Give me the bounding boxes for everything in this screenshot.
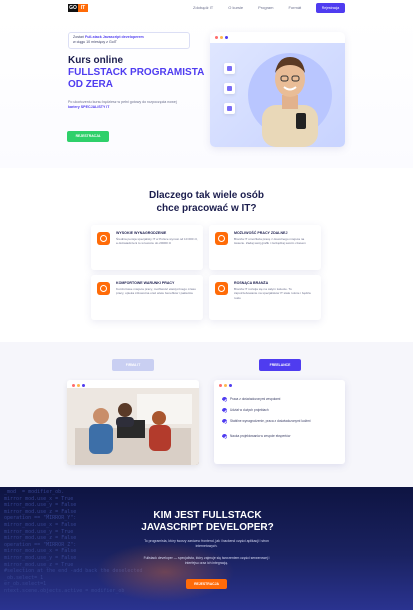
office-icon bbox=[97, 282, 110, 295]
hero-description: Po ukończeniu kursu będziesz w pełni got… bbox=[68, 100, 177, 109]
growth-icon bbox=[215, 282, 228, 295]
developer-illustration bbox=[248, 53, 332, 147]
nav-link-3[interactable]: Program bbox=[258, 5, 273, 10]
badge-highlight: Full-stack Javascript developerem bbox=[85, 35, 144, 39]
window-dots bbox=[215, 36, 228, 39]
feature-tile-2 bbox=[224, 83, 235, 94]
list-item: Udział w dużych projektach bbox=[222, 408, 340, 413]
nav-link-4[interactable]: Formát bbox=[288, 5, 301, 10]
check-icon bbox=[222, 408, 227, 413]
work-types-section bbox=[0, 342, 413, 487]
office-photo-card bbox=[67, 380, 199, 465]
nav-register-button[interactable]: Rejestracja bbox=[316, 3, 345, 13]
tab-it-company[interactable]: FIRMA IT bbox=[112, 359, 154, 371]
list-item: Stabilne wynagrodzenie, praca z doświadc… bbox=[222, 419, 340, 424]
fullstack-title: KIM JEST FULLSTACK JAVASCRIPT DEVELOPER? bbox=[141, 510, 274, 533]
code-line: _mod = modifier_ob. bbox=[4, 489, 65, 495]
code-line: mirror mod.use_x = True bbox=[4, 495, 74, 502]
tab-freelance[interactable]: FREELANCE bbox=[259, 359, 301, 371]
badge-line2: w ciągu 10 miesięcy z GoIT bbox=[73, 40, 117, 44]
nav-links: Zdobądź IT O kursie Program Formát Ceny bbox=[193, 5, 326, 10]
nav-link-1[interactable]: Zdobądź IT bbox=[193, 5, 213, 10]
why-card-conditions: KOMFORTOWE WARUNKI PRACY Komfortowe miej… bbox=[91, 275, 203, 320]
window-dots bbox=[219, 384, 232, 387]
hero-section bbox=[0, 16, 413, 168]
hero-desc-highlight: kariery SPECJALISTY IT bbox=[68, 105, 110, 109]
hero-image-card bbox=[210, 32, 345, 147]
fullstack-register-button[interactable]: REJESTRACJA bbox=[186, 579, 227, 589]
why-card-salary: WYSOKIE WYNAGRODZENIE Średnia pensja spe… bbox=[91, 225, 203, 270]
fullstack-paragraph-2: Fullstack developer — specjalista, który… bbox=[143, 556, 270, 565]
team-photo bbox=[67, 388, 199, 465]
hero-title-accent: FULLSTACK PROGRAMISTA OD ZERA bbox=[68, 67, 205, 90]
laptop-icon bbox=[215, 232, 228, 245]
list-item: Nauka projektowania w zespole ekspertów bbox=[222, 434, 340, 439]
hero-badge: Zostań Full-stack Javascript developerem… bbox=[68, 32, 190, 49]
why-card-growing: ROSNĄCA BRANŻA Branża IT rozwija się na … bbox=[209, 275, 321, 320]
code-line: mirror_mod.use_y = False bbox=[4, 502, 77, 509]
developer-photo bbox=[210, 43, 345, 147]
team-illustration bbox=[67, 388, 199, 465]
goit-logo[interactable]: GO IT bbox=[68, 4, 88, 12]
feature-tile-1 bbox=[224, 63, 235, 74]
feature-tile-3 bbox=[224, 103, 235, 114]
why-title: Dlaczego tak wiele osób chce pracować w … bbox=[148, 190, 265, 214]
check-icon bbox=[222, 434, 227, 439]
check-icon bbox=[222, 397, 227, 402]
hero-register-button[interactable]: REJESTRACJA bbox=[67, 131, 109, 142]
benefits-list-card: Praca z doświadczonymi zespołami Udział … bbox=[214, 380, 345, 464]
fullstack-section: _mod = modifier_ob. mirror mod.use_x = Tr… bbox=[0, 487, 413, 610]
money-icon bbox=[97, 232, 110, 245]
nav-link-2[interactable]: O kursie bbox=[228, 5, 243, 10]
window-dots bbox=[72, 384, 85, 387]
logo-left: GO bbox=[68, 4, 78, 12]
glow-decoration bbox=[95, 542, 235, 602]
why-card-remote: MOŻLIWOŚĆ PRACY ZDALNEJ Branża IT umożli… bbox=[209, 225, 321, 270]
list-item: Praca z doświadczonymi zespołami bbox=[222, 397, 340, 402]
top-nav: GO IT Zdobądź IT O kursie Program Formát… bbox=[0, 0, 413, 16]
hero-title: Kurs online bbox=[68, 55, 124, 66]
fullstack-paragraph-1: To programista, który tworzy zarówno fro… bbox=[144, 539, 269, 548]
logo-right: IT bbox=[78, 4, 88, 12]
check-icon bbox=[222, 419, 227, 424]
